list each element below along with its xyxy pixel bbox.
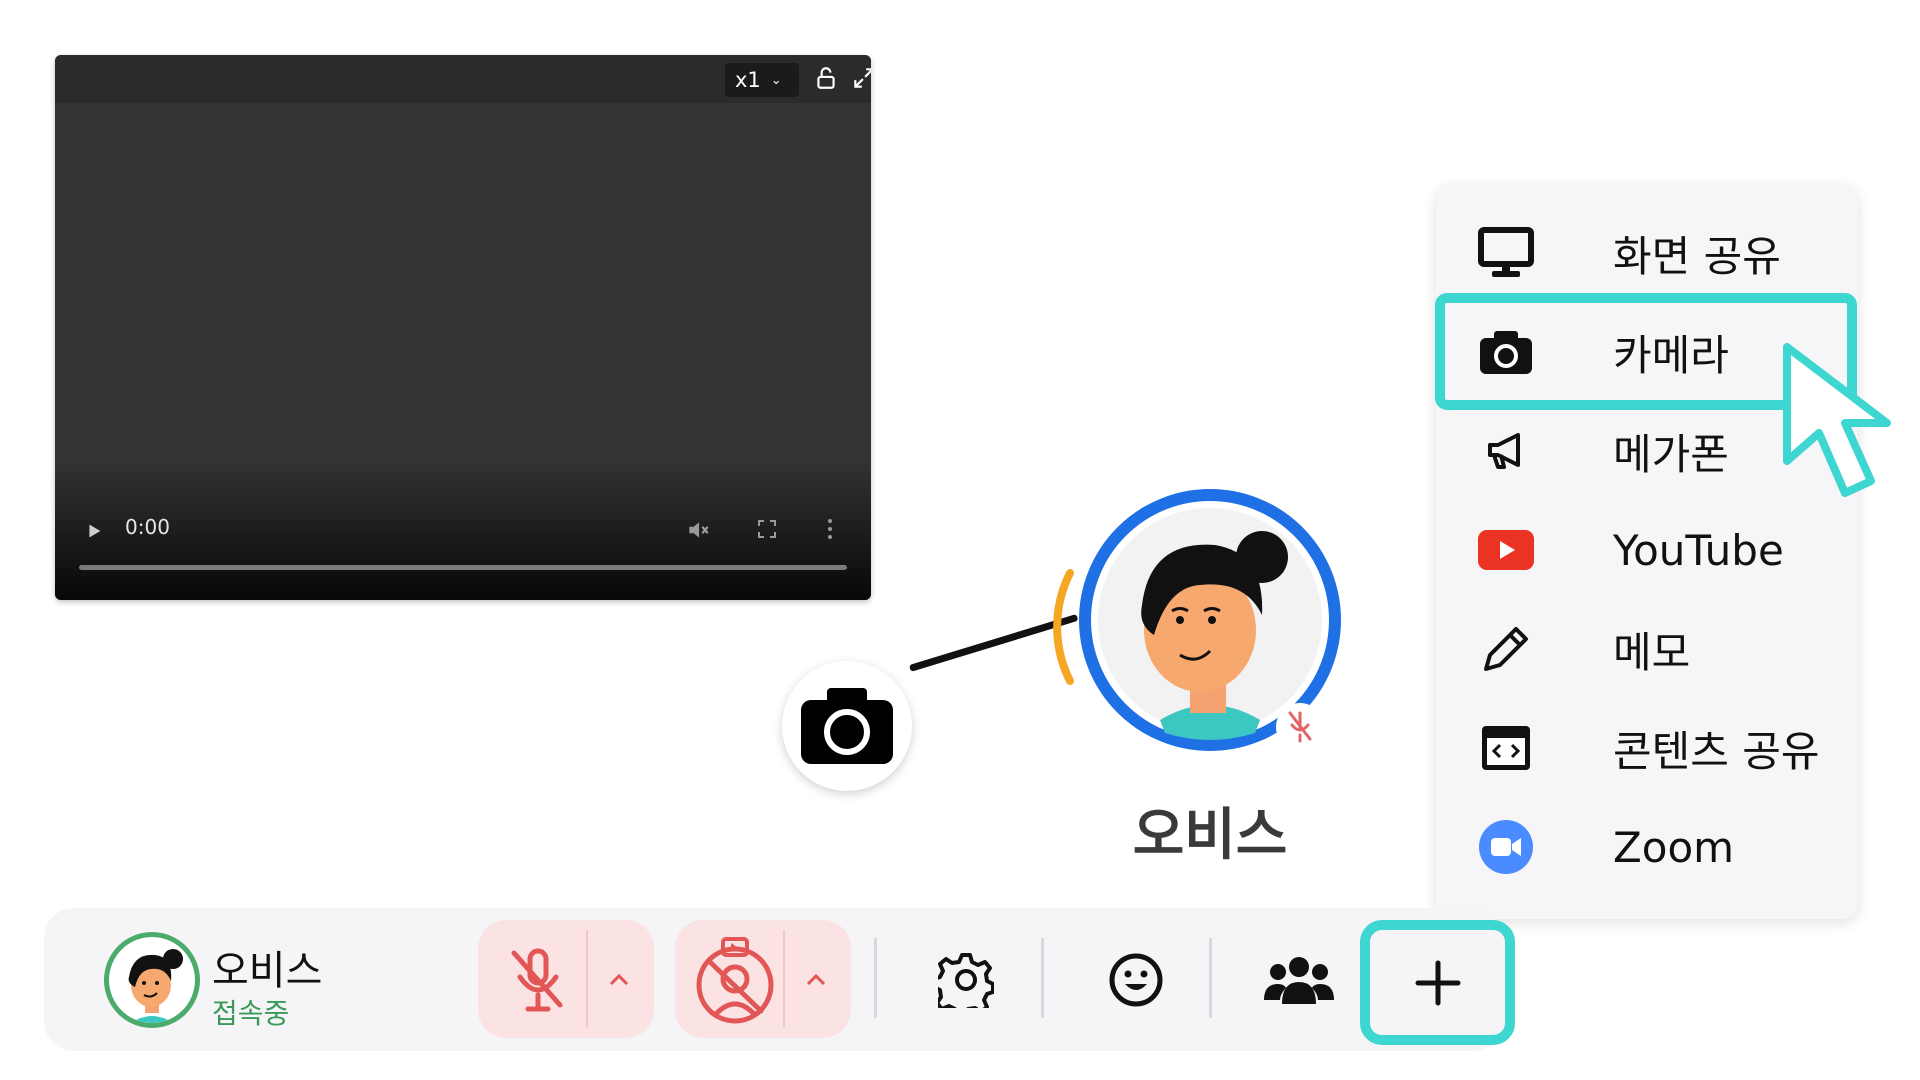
participant-avatar[interactable] — [1050, 485, 1350, 765]
menu-item-screen-share[interactable]: 화면 공유 — [1436, 205, 1858, 301]
pencil-icon — [1476, 619, 1536, 679]
expand-icon[interactable] — [851, 65, 871, 91]
toolbar-divider — [1209, 938, 1212, 1018]
video-time: 0:00 — [125, 515, 170, 539]
chevron-up-icon — [609, 973, 629, 986]
chevron-up-icon — [806, 973, 826, 986]
menu-label: Zoom — [1613, 822, 1735, 872]
camera-off-icon — [696, 937, 774, 1024]
mic-toggle-button[interactable] — [498, 940, 578, 1020]
emoji-button[interactable] — [1094, 938, 1178, 1022]
video-topbar: x1 ⌄ — [55, 55, 871, 103]
user-name: 오비스 — [212, 948, 323, 994]
bottom-toolbar: 오비스 접속중 — [44, 908, 1504, 1051]
participants-button[interactable] — [1254, 938, 1344, 1022]
youtube-icon — [1476, 520, 1536, 580]
monitor-icon — [1476, 223, 1536, 283]
gear-icon — [938, 953, 994, 1008]
participant-name: 오비스 — [1132, 803, 1288, 868]
smiley-icon — [1109, 953, 1163, 1007]
avatar[interactable] — [104, 932, 200, 1028]
zoom-icon — [1476, 817, 1536, 877]
mic-control-group — [478, 920, 654, 1038]
camera-bubble[interactable] — [782, 661, 912, 791]
embed-icon — [1476, 718, 1536, 778]
menu-label: 콘텐츠 공유 — [1613, 726, 1820, 776]
video-control-group — [675, 920, 851, 1038]
menu-label: 메가폰 — [1613, 429, 1729, 479]
unlock-icon[interactable] — [813, 65, 839, 91]
toolbar-divider — [874, 938, 877, 1018]
users-icon — [1264, 957, 1334, 1004]
camera-options-button[interactable] — [791, 950, 841, 1010]
menu-item-memo[interactable]: 메모 — [1436, 601, 1858, 697]
menu-item-content-share[interactable]: 콘텐츠 공유 — [1436, 700, 1858, 796]
menu-item-youtube[interactable]: YouTube — [1436, 502, 1858, 598]
camera-toggle-button[interactable] — [689, 934, 781, 1026]
add-content-button[interactable] — [1360, 920, 1515, 1045]
video-progress-bar[interactable] — [79, 565, 847, 570]
settings-button[interactable] — [924, 938, 1008, 1022]
speed-select[interactable]: x1 ⌄ — [725, 63, 799, 97]
muted-icon[interactable] — [685, 517, 711, 543]
mic-options-button[interactable] — [594, 950, 644, 1010]
menu-label: YouTube — [1613, 525, 1784, 575]
chevron-down-icon: ⌄ — [770, 72, 782, 88]
plus-icon — [1415, 960, 1460, 1005]
play-icon[interactable] — [83, 520, 105, 542]
speed-label: x1 — [735, 68, 761, 92]
user-status: 접속중 — [212, 997, 290, 1030]
toolbar-divider — [1041, 938, 1044, 1018]
more-options-icon[interactable] — [825, 517, 835, 541]
cursor-pointer-icon — [1783, 343, 1891, 497]
video-controls-bg — [55, 460, 871, 600]
menu-label: 메모 — [1613, 627, 1691, 677]
megaphone-icon — [1476, 421, 1536, 481]
mic-off-icon — [511, 948, 563, 1012]
camera-icon — [801, 688, 893, 764]
video-player[interactable]: x1 ⌄ 0:00 — [55, 55, 871, 600]
fullscreen-icon[interactable] — [755, 517, 779, 541]
menu-item-zoom[interactable]: Zoom — [1436, 799, 1858, 895]
menu-label: 화면 공유 — [1613, 231, 1781, 281]
